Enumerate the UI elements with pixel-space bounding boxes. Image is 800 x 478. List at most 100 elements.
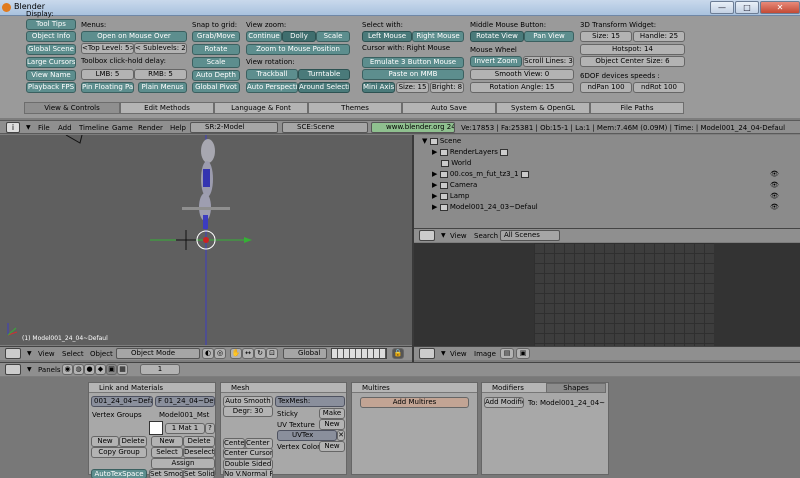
left-mouse-select-button[interactable]: Left Mouse: [362, 31, 412, 42]
widget-handle-field[interactable]: Handle: 25: [633, 31, 685, 42]
scroll-lines-field[interactable]: Scroll Lines: 3: [523, 56, 574, 67]
material-new-button[interactable]: New: [151, 436, 183, 447]
degr-field[interactable]: Degr: 30: [223, 406, 273, 417]
menu-game[interactable]: Game: [112, 124, 133, 132]
object-info-toggle[interactable]: Object Info: [26, 31, 76, 42]
global-scene-toggle[interactable]: Global Scene: [26, 44, 76, 55]
visibility-eye-icon[interactable]: 👁: [770, 203, 779, 211]
translate-icon[interactable]: ↔: [242, 348, 254, 359]
outliner-item-world[interactable]: World: [441, 159, 471, 167]
tab-view-controls[interactable]: View & Controls: [24, 102, 120, 114]
scene-selector[interactable]: SCE:Scene: [282, 122, 368, 133]
visibility-eye-icon[interactable]: 👁: [770, 192, 779, 200]
scene-icon[interactable]: ▦: [117, 364, 128, 375]
large-cursors-toggle[interactable]: Large Cursors: [26, 57, 76, 68]
material-delete-button[interactable]: Delete: [183, 436, 215, 447]
editor-type-icon[interactable]: [5, 348, 21, 359]
autotexspace-toggle[interactable]: AutoTexSpace: [91, 469, 147, 478]
menu-view[interactable]: View: [450, 350, 467, 358]
material-assign-button[interactable]: Assign: [151, 458, 215, 469]
collapse-triangle-icon[interactable]: ▼: [26, 124, 31, 131]
menu-select[interactable]: Select: [62, 350, 84, 358]
tab-auto-save[interactable]: Auto Save: [402, 102, 496, 114]
playback-fps-toggle[interactable]: Playback FPS: [26, 82, 76, 93]
ndrot-field[interactable]: ndRot 100: [633, 82, 685, 93]
outliner-item-model[interactable]: ▶ Model001_24_03~Defaul: [432, 203, 538, 211]
menu-object[interactable]: Object: [90, 350, 113, 358]
editor-type-icon[interactable]: [419, 230, 435, 241]
turntable-button[interactable]: Turntable: [298, 69, 350, 80]
logic-icon[interactable]: ◉: [62, 364, 73, 375]
ndpan-field[interactable]: ndPan 100: [580, 82, 632, 93]
collapse-triangle-icon[interactable]: ▼: [27, 350, 32, 357]
object-icon[interactable]: ◆: [95, 364, 106, 375]
collapse-triangle-icon[interactable]: ▼: [441, 350, 446, 357]
menu-timeline[interactable]: Timeline: [79, 124, 109, 132]
scale-icon[interactable]: ⊡: [266, 348, 278, 359]
3d-viewport[interactable]: (1) Model001_24_04~Defaul: [0, 135, 412, 345]
no-v-normal-flip-toggle[interactable]: No V.Normal Flip: [223, 469, 273, 478]
mini-axis-size-field[interactable]: Size: 15: [396, 82, 429, 93]
collapse-triangle-icon[interactable]: ▼: [441, 232, 446, 239]
tab-themes[interactable]: Themes: [308, 102, 402, 114]
menu-file[interactable]: File: [38, 124, 50, 132]
visibility-eye-icon[interactable]: 👁: [770, 181, 779, 189]
texmesh-field[interactable]: TexMesh:: [275, 396, 345, 407]
zoom-scale-button[interactable]: Scale: [316, 31, 350, 42]
frame-field[interactable]: 1: [140, 364, 180, 375]
menu-image[interactable]: Image: [474, 350, 496, 358]
tab-system-opengl[interactable]: System & OpenGL: [496, 102, 590, 114]
sublevels-field[interactable]: < Sublevels: 2>: [134, 43, 187, 54]
tool-tips-toggle[interactable]: Tool Tips: [26, 19, 76, 30]
smooth-view-field[interactable]: Smooth View: 0: [470, 69, 574, 80]
minimize-button[interactable]: —: [710, 1, 734, 14]
editor-type-icon[interactable]: [5, 364, 21, 375]
emulate-3-button-toggle[interactable]: Emulate 3 Button Mouse: [362, 57, 464, 68]
editor-type-icon[interactable]: [419, 348, 435, 359]
image-editor[interactable]: [414, 243, 800, 346]
menu-help[interactable]: Help: [170, 124, 186, 132]
auto-perspective-toggle[interactable]: Auto Perspectiv: [246, 82, 298, 93]
maximize-button[interactable]: □: [735, 1, 759, 14]
open-on-mouse-over-toggle[interactable]: Open on Mouse Over: [81, 31, 187, 42]
menu-render[interactable]: Render: [138, 124, 163, 132]
set-solid-button[interactable]: Set Solid: [183, 469, 215, 478]
zoom-dolly-button[interactable]: Dolly: [282, 31, 316, 42]
layer-buttons[interactable]: [331, 348, 387, 359]
global-pivot-toggle[interactable]: Global Pivot: [192, 82, 240, 93]
mini-axis-bright-field[interactable]: Bright: 8: [430, 82, 464, 93]
outliner-item-armature[interactable]: ▶ 00.cos_m_fut_tz3_1: [432, 170, 529, 178]
material-count-field[interactable]: 1 Mat 1: [165, 423, 205, 434]
pin-floating-panels-toggle[interactable]: Pin Floating Pa: [81, 82, 134, 93]
screen-selector[interactable]: SR:2-Model: [190, 122, 278, 133]
tab-modifiers[interactable]: Modifiers: [482, 383, 546, 393]
widget-size-field[interactable]: Size: 15: [580, 31, 632, 42]
vgroup-delete-button[interactable]: Delete: [119, 436, 147, 447]
tab-shapes[interactable]: Shapes: [546, 383, 606, 393]
outliner-item-renderlayers[interactable]: ▶ RenderLayers: [432, 148, 509, 156]
object-datablock-field[interactable]: F 01_24_04~Defaul: [155, 396, 215, 407]
material-color-swatch[interactable]: [149, 421, 163, 435]
lmb-field[interactable]: LMB: 5: [81, 69, 134, 80]
mini-axis-toggle[interactable]: Mini Axis: [362, 82, 395, 93]
image-pin-icon[interactable]: ▣: [516, 348, 530, 359]
tab-file-paths[interactable]: File Paths: [590, 102, 684, 114]
object-center-size-field[interactable]: Object Center Size: 6: [580, 56, 685, 67]
material-select-button[interactable]: Select: [151, 447, 183, 458]
zoom-to-mouse-toggle[interactable]: Zoom to Mouse Position: [246, 44, 350, 55]
trackball-button[interactable]: Trackball: [246, 69, 298, 80]
script-icon[interactable]: ◍: [73, 364, 84, 375]
material-help-button[interactable]: ?: [205, 423, 215, 434]
pan-view-button[interactable]: Pan View: [524, 31, 574, 42]
plain-menus-toggle[interactable]: Plain Menus: [138, 82, 187, 93]
lock-icon[interactable]: 🔒: [392, 348, 404, 359]
material-deselect-button[interactable]: Deselect: [183, 447, 215, 458]
snap-scale-toggle[interactable]: Scale: [192, 57, 240, 68]
invert-zoom-toggle[interactable]: Invert Zoom: [470, 56, 522, 67]
top-level-field[interactable]: <Top Level: 5>: [81, 43, 134, 54]
view-name-toggle[interactable]: View Name: [26, 70, 76, 81]
hotspot-field[interactable]: Hotspot: 14: [580, 44, 685, 55]
blender-url-link[interactable]: www.blender.org 249.2: [371, 122, 455, 133]
vertex-color-new-button[interactable]: New: [319, 441, 345, 452]
outliner-item-camera[interactable]: ▶ Camera: [432, 181, 477, 189]
